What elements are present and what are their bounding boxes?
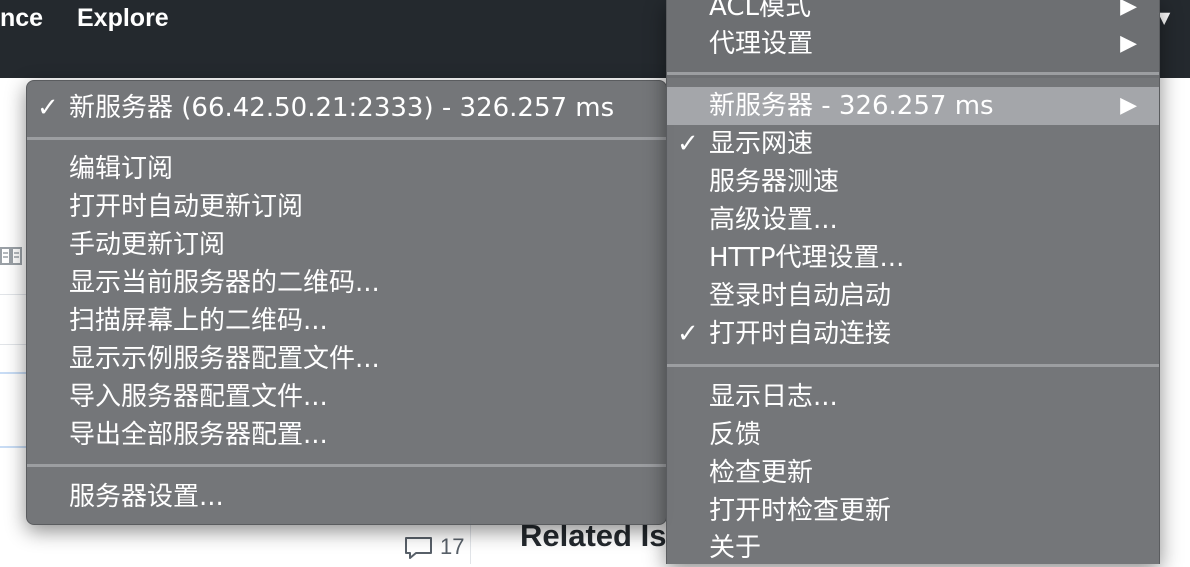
divider bbox=[0, 344, 26, 345]
menu-item-acl-mode[interactable]: ACL模式 ▶ bbox=[667, 0, 1159, 26]
submenu-arrow-icon: ▶ bbox=[1120, 93, 1137, 118]
menu-item-label: 显示示例服务器配置文件... bbox=[69, 344, 380, 374]
menu-item-show-speed[interactable]: ✓ 显示网速 bbox=[667, 125, 1159, 163]
menu-item-import-config[interactable]: 导入服务器配置文件... bbox=[27, 378, 666, 416]
comment-count: 17 bbox=[440, 534, 465, 559]
menu-item-label: 代理设置 bbox=[709, 29, 814, 59]
menu-item-label: 登录时自动启动 bbox=[709, 281, 892, 311]
menu-item-export-config[interactable]: 导出全部服务器配置... bbox=[27, 416, 666, 454]
menu-separator bbox=[27, 464, 666, 467]
menu-separator bbox=[667, 364, 1159, 367]
menu-item-label: 导入服务器配置文件... bbox=[69, 382, 328, 412]
menu-item-label: 检查更新 bbox=[709, 458, 814, 488]
menu-item-label: 打开时自动更新订阅 bbox=[69, 192, 304, 222]
divider bbox=[0, 294, 26, 295]
menu-item-scan-qrcode[interactable]: 扫描屏幕上的二维码... bbox=[27, 302, 666, 340]
menu-item-auto-connect[interactable]: ✓ 打开时自动连接 bbox=[667, 315, 1159, 353]
menu-item-edit-subscription[interactable]: 编辑订阅 bbox=[27, 150, 666, 188]
menu-item-check-updates[interactable]: 检查更新 bbox=[667, 454, 1159, 492]
menu-item-label: 高级设置... bbox=[709, 205, 838, 235]
menu-item-launch-at-login[interactable]: 登录时自动启动 bbox=[667, 277, 1159, 315]
menu-item-label: 反馈 bbox=[709, 420, 762, 450]
menu-item-label: 手动更新订阅 bbox=[69, 230, 226, 260]
menu-item-advanced-settings[interactable]: 高级设置... bbox=[667, 201, 1159, 239]
comment-icon[interactable] bbox=[404, 536, 434, 560]
menu-item-server-settings[interactable]: 服务器设置... bbox=[27, 478, 666, 516]
input-border bbox=[0, 446, 26, 448]
menu-item-label: HTTP代理设置... bbox=[709, 243, 905, 273]
nav-link-partial[interactable]: nce bbox=[0, 4, 43, 33]
menu-item-proxy-settings[interactable]: 代理设置 ▶ bbox=[667, 25, 1159, 63]
menu-item-current-server[interactable]: ✓ 新服务器 (66.42.50.21:2333) - 326.257 ms bbox=[27, 89, 666, 127]
menu-item-check-updates-on-open[interactable]: 打开时检查更新 bbox=[667, 492, 1159, 530]
menu-item-label: 新服务器 (66.42.50.21:2333) - 326.257 ms bbox=[69, 93, 615, 123]
menu-item-http-proxy-settings[interactable]: HTTP代理设置... bbox=[667, 239, 1159, 277]
nav-link-explore[interactable]: Explore bbox=[77, 4, 169, 33]
menu-item-feedback[interactable]: 反馈 bbox=[667, 416, 1159, 454]
checkmark-icon: ✓ bbox=[37, 93, 59, 123]
book-icon bbox=[0, 247, 22, 265]
menu-item-label: 编辑订阅 bbox=[69, 154, 174, 184]
menu-item-label: 显示日志... bbox=[709, 382, 838, 412]
checkmark-icon: ✓ bbox=[677, 129, 699, 159]
submenu-arrow-icon: ▶ bbox=[1120, 31, 1137, 56]
input-border bbox=[0, 372, 26, 374]
menu-item-manual-update-subscription[interactable]: 手动更新订阅 bbox=[27, 226, 666, 264]
menu-item-show-example-config[interactable]: 显示示例服务器配置文件... bbox=[27, 340, 666, 378]
menu-item-label: 服务器测速 bbox=[709, 167, 840, 197]
menu-item-server-speed-test[interactable]: 服务器测速 bbox=[667, 163, 1159, 201]
menu-separator bbox=[27, 137, 666, 140]
menu-item-label: 显示网速 bbox=[709, 129, 814, 159]
server-submenu: ✓ 新服务器 (66.42.50.21:2333) - 326.257 ms 编… bbox=[26, 80, 667, 525]
menu-item-show-qrcode[interactable]: 显示当前服务器的二维码... bbox=[27, 264, 666, 302]
menu-item-label: 新服务器 - 326.257 ms bbox=[709, 91, 994, 121]
menu-item-label: 打开时检查更新 bbox=[709, 496, 892, 526]
menu-separator bbox=[667, 72, 1159, 75]
menu-item-label: 关于 bbox=[709, 533, 762, 563]
menu-item-label: 导出全部服务器配置... bbox=[69, 420, 328, 450]
checkmark-icon: ✓ bbox=[677, 319, 699, 349]
menu-item-show-log[interactable]: 显示日志... bbox=[667, 378, 1159, 416]
status-bar-menu: ACL模式 ▶ 代理设置 ▶ 新服务器 - 326.257 ms ▶ ✓ 显示网… bbox=[666, 0, 1160, 564]
menu-item-label: 打开时自动连接 bbox=[709, 319, 892, 349]
menu-item-auto-update-subscription[interactable]: 打开时自动更新订阅 bbox=[27, 188, 666, 226]
submenu-arrow-icon: ▶ bbox=[1120, 0, 1137, 19]
menu-item-about[interactable]: 关于 bbox=[667, 529, 1159, 567]
menu-item-server[interactable]: 新服务器 - 326.257 ms ▶ bbox=[667, 87, 1159, 125]
menu-item-label: ACL模式 bbox=[709, 0, 811, 22]
menu-item-label: 服务器设置... bbox=[69, 482, 224, 512]
menu-item-label: 扫描屏幕上的二维码... bbox=[69, 306, 328, 336]
menu-item-label: 显示当前服务器的二维码... bbox=[69, 268, 380, 298]
